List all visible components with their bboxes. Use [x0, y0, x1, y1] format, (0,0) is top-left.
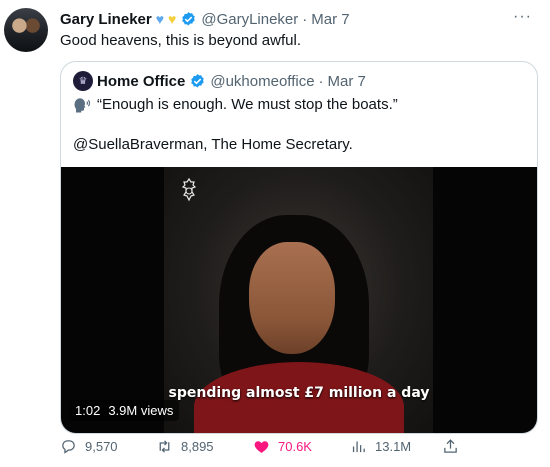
quoted-line-2: @SuellaBraverman, The Home Secretary.	[73, 136, 353, 153]
tweet-header: Gary Lineker ♥ ♥ @GaryLineker · Mar 7	[60, 9, 350, 29]
view-count: 13.1M	[375, 438, 412, 454]
quoted-handle: @ukhomeoffice	[210, 72, 315, 90]
tweet-text: Good heavens, this is beyond awful.	[60, 32, 301, 49]
speaking-head-icon	[74, 98, 91, 113]
like-count: 70.6K	[278, 438, 312, 454]
header-separator: ·	[302, 10, 308, 28]
royal-crest-icon	[181, 177, 197, 202]
tweet-date[interactable]: Mar 7	[311, 11, 349, 28]
subject-face	[249, 242, 335, 354]
retweet-icon	[159, 439, 170, 453]
reply-button[interactable]: 9,570	[60, 438, 118, 455]
like-button[interactable]: 70.6K	[253, 438, 312, 455]
reply-count: 9,570	[85, 438, 118, 454]
video-views: 3.9M views	[108, 403, 174, 418]
author-handle[interactable]: @GaryLineker	[201, 11, 298, 28]
video-duration: 1:02	[75, 403, 101, 418]
quoted-header: ♛ Home Office @ukhomeoffice · Mar 7	[73, 71, 366, 91]
verified-badge-icon	[182, 11, 196, 26]
share-button[interactable]	[442, 438, 459, 455]
quoted-date: Mar 7	[327, 72, 366, 90]
more-options-icon[interactable]: ···	[513, 8, 532, 26]
video-player[interactable]: spending almost £7 million a day 1:02 3.…	[61, 167, 537, 433]
reply-icon	[62, 439, 75, 454]
video-caption: spending almost £7 million a day	[168, 385, 430, 401]
author-name[interactable]: Gary Lineker	[60, 11, 152, 28]
quoted-avatar: ♛	[73, 71, 93, 91]
quoted-line-1: “Enough is enough. We must stop the boat…	[73, 95, 398, 115]
quoted-author-name: Home Office	[97, 72, 186, 90]
yellow-heart-icon: ♥	[168, 11, 177, 27]
share-icon	[444, 438, 457, 453]
quoted-tweet[interactable]: ♛ Home Office @ukhomeoffice · Mar 7 “Eno…	[60, 61, 538, 434]
author-avatar[interactable]	[4, 8, 48, 52]
retweet-button[interactable]: 8,895	[156, 438, 214, 455]
heart-icon	[254, 440, 269, 453]
video-meta-badge: 1:02 3.9M views	[69, 400, 180, 421]
quoted-quote-text: “Enough is enough. We must stop the boat…	[97, 96, 398, 113]
blue-heart-icon: ♥	[155, 11, 165, 27]
views-button[interactable]: 13.1M	[350, 438, 411, 455]
analytics-icon	[352, 441, 365, 452]
verified-badge-icon	[191, 73, 205, 88]
retweet-count: 8,895	[181, 438, 214, 454]
quoted-separator: ·	[318, 72, 324, 90]
